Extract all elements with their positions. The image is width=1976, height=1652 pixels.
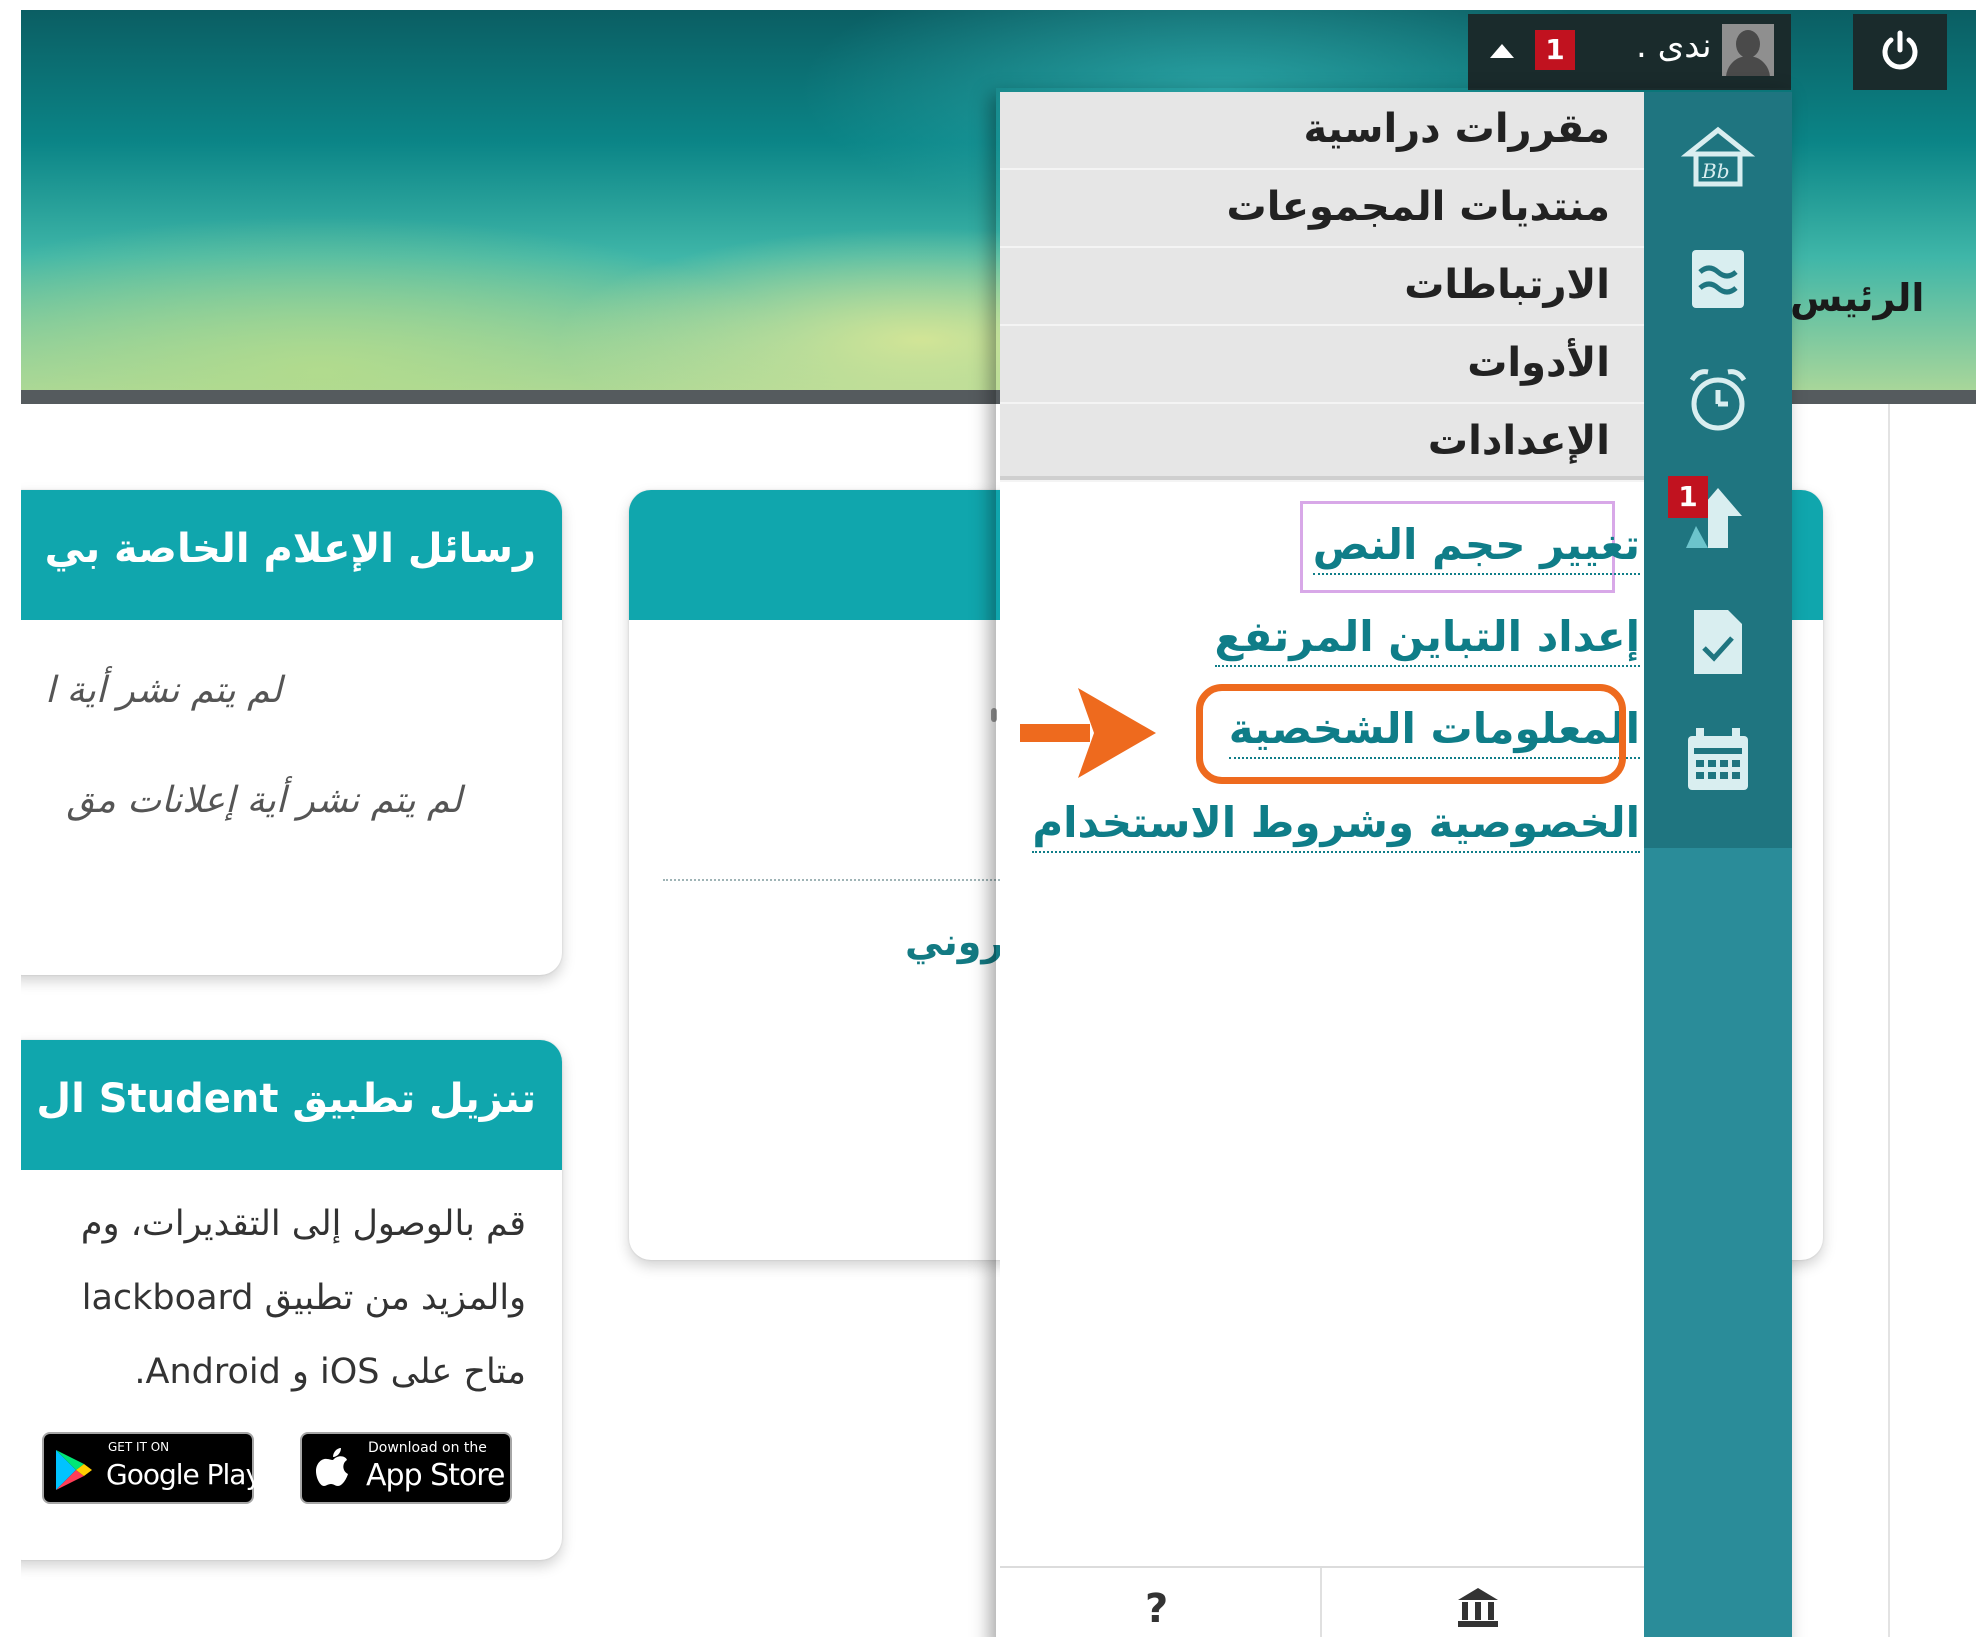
menu-item-settings[interactable]: الإعدادات [1000, 404, 1644, 482]
announcements-card: رسائل الإعلام الخاصة بي لم يتم نشر أية ا… [0, 490, 562, 975]
calendar-icon[interactable] [1680, 722, 1756, 798]
institution-home-icon[interactable] [1456, 1586, 1500, 1628]
due-dates-alarm-icon[interactable] [1680, 362, 1756, 438]
menu-item-tools[interactable]: الأدوات [1000, 326, 1644, 404]
notification-badge[interactable]: 1 [1535, 30, 1575, 70]
annotation-highlight [1196, 684, 1626, 784]
menu-item-links[interactable]: الارتباطات [1000, 248, 1644, 326]
card-header: تنزيل تطبيق Student ال [0, 1040, 562, 1170]
user-name[interactable]: ندى . [1636, 26, 1712, 66]
announcement-empty-text: لم يتم نشر أية ا [45, 670, 282, 711]
caret-up-icon[interactable] [1490, 44, 1514, 58]
change-text-size-link[interactable]: تغيير حجم النص [1312, 520, 1640, 575]
menu-item-label: الارتباطات [1404, 262, 1610, 308]
app-description-line: متاح على iOS و Android. [134, 1352, 526, 1392]
google-play-badge[interactable]: GET IT ON Google Play [42, 1432, 262, 1504]
menu-item-label: مقررات دراسية [1303, 106, 1610, 152]
logout-button[interactable] [1853, 14, 1947, 90]
power-icon [1882, 30, 1918, 70]
app-description-line: قم بالوصول إلى التقديرات، وم [80, 1204, 526, 1244]
high-contrast-link[interactable]: إعداد التباين المرتفع [1214, 612, 1640, 667]
announcement-empty-text: لم يتم نشر أية إعلانات مق [66, 780, 462, 821]
updates-badge: 1 [1668, 476, 1708, 518]
blackboard-home-icon[interactable]: Bb [1680, 120, 1756, 196]
apple-icon [316, 1448, 348, 1486]
screen-edge [0, 0, 21, 1652]
menu-item-label: الإعدادات [1427, 418, 1610, 464]
app-description-line: والمزيد من تطبيق lackboard [81, 1278, 526, 1318]
google-play-small-text: GET IT ON [108, 1440, 170, 1454]
privacy-terms-link[interactable]: الخصوصية وشروط الاستخدام [1032, 798, 1640, 853]
tab-home[interactable]: الرئيس [1790, 276, 1924, 320]
avatar[interactable] [1722, 24, 1774, 76]
grades-icon[interactable] [1680, 604, 1756, 680]
app-store-badge[interactable]: Download on the App Store [300, 1432, 512, 1504]
google-play-icon [56, 1450, 92, 1490]
annotation-arrow-icon [1020, 688, 1156, 778]
menu-item-label: الأدوات [1467, 340, 1610, 386]
menu-item-groups[interactable]: منتديات المجموعات [1000, 170, 1644, 248]
app-store-small-text: Download on the [368, 1440, 487, 1456]
card-title: رسائل الإعلام الخاصة بي [44, 526, 536, 572]
app-store-text: App Store [366, 1458, 505, 1493]
page: 1 ندى . الرئيس رسائل الإعلام الخاصة بي ل… [0, 0, 1976, 1652]
dropdown-sidebar-fill [1644, 848, 1792, 1652]
card-header: رسائل الإعلام الخاصة بي [0, 490, 562, 620]
column-divider [1888, 404, 1890, 1640]
menu-list: مقررات دراسية منتديات المجموعات الارتباط… [1000, 92, 1644, 482]
card-link[interactable]: روني [905, 920, 1003, 964]
card-title: تنزيل تطبيق Student ال [36, 1076, 536, 1122]
google-play-text: Google Play [106, 1458, 262, 1491]
menu-item-label: منتديات المجموعات [1226, 184, 1611, 230]
menu-item-courses[interactable]: مقررات دراسية [1000, 92, 1644, 170]
svg-text:Bb: Bb [1701, 159, 1730, 183]
dropdown-sidebar: Bb 1 [1644, 92, 1792, 848]
user-dropdown-menu: مقررات دراسية منتديات المجموعات الارتباط… [1000, 92, 1792, 1652]
help-button[interactable]: ? [1145, 1586, 1168, 1632]
activity-stream-icon[interactable] [1680, 242, 1756, 318]
screen-edge [0, 1637, 1976, 1652]
